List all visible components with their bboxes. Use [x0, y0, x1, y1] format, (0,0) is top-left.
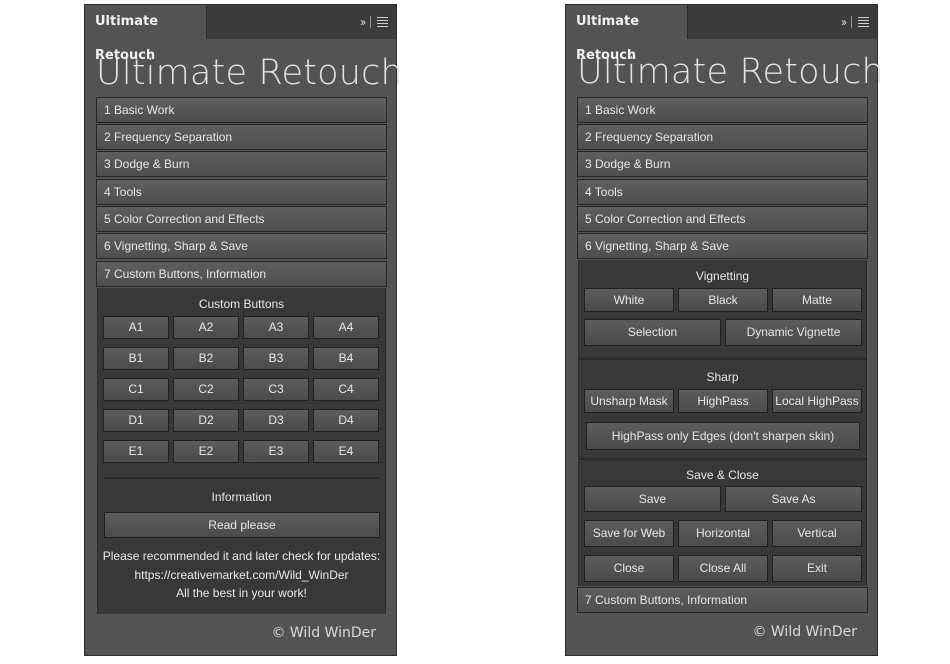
copyright: © Wild WinDer: [271, 625, 376, 641]
vignette-selection-button[interactable]: Selection: [584, 319, 721, 346]
information-title: Information: [211, 490, 272, 504]
exit-button[interactable]: Exit: [772, 555, 862, 582]
close-all-button[interactable]: Close All: [678, 555, 768, 582]
close-button[interactable]: Close: [584, 555, 674, 582]
nav-custom-buttons[interactable]: 7 Custom Buttons, Information: [577, 587, 868, 613]
save-close-title: Save & Close: [686, 468, 759, 482]
custom-buttons-section: Custom Buttons A1 A2 A3 A4 B1 B2 B3 B4 C…: [97, 288, 386, 614]
custom-button-d1[interactable]: D1: [103, 409, 169, 432]
unsharp-mask-button[interactable]: Unsharp Mask: [584, 389, 674, 413]
nav-color-correction[interactable]: 5 Color Correction and Effects: [577, 206, 868, 232]
custom-buttons-title: Custom Buttons: [198, 297, 285, 311]
section-divider: [579, 458, 866, 460]
tab-bar: Ultimate Retouch ››: [85, 5, 396, 63]
vignette-black-button[interactable]: Black: [678, 288, 768, 312]
hamburger-menu-icon[interactable]: [377, 17, 388, 27]
read-please-button[interactable]: Read please: [104, 512, 380, 538]
nav-frequency-separation[interactable]: 2 Frequency Separation: [577, 124, 868, 150]
nav-dodge-burn[interactable]: 3 Dodge & Burn: [96, 151, 387, 177]
custom-button-b1[interactable]: B1: [103, 347, 169, 370]
panel-tab[interactable]: Ultimate Retouch: [566, 5, 688, 63]
hamburger-menu-icon[interactable]: [858, 17, 869, 27]
nav-basic-work[interactable]: 1 Basic Work: [577, 97, 868, 123]
horizontal-button[interactable]: Horizontal: [678, 520, 768, 547]
nav-tools[interactable]: 4 Tools: [577, 179, 868, 205]
vertical-button[interactable]: Vertical: [772, 520, 862, 547]
copyright: © Wild WinDer: [752, 624, 857, 640]
info-text-recommend: Please recommended it and later check fo…: [102, 549, 381, 563]
local-highpass-button[interactable]: Local HighPass: [772, 389, 862, 413]
highpass-button[interactable]: HighPass: [678, 389, 768, 413]
custom-button-a4[interactable]: A4: [313, 316, 379, 339]
custom-button-c2[interactable]: C2: [173, 378, 239, 401]
nav-color-correction[interactable]: 5 Color Correction and Effects: [96, 206, 387, 232]
tab-bar: Ultimate Retouch ››: [566, 5, 877, 63]
nav-frequency-separation[interactable]: 2 Frequency Separation: [96, 124, 387, 150]
left-panel: Ultimate Retouch ›› Ultimate Retouch 1 B…: [84, 4, 403, 656]
save-button[interactable]: Save: [584, 486, 721, 512]
save-for-web-button[interactable]: Save for Web: [584, 520, 674, 547]
sharp-title: Sharp: [706, 370, 739, 384]
info-link-creativemarket[interactable]: https://creativemarket.com/Wild_WinDer: [98, 568, 385, 582]
custom-button-a2[interactable]: A2: [173, 316, 239, 339]
section-divider: [104, 477, 380, 479]
custom-button-e1[interactable]: E1: [103, 440, 169, 463]
custom-button-b2[interactable]: B2: [173, 347, 239, 370]
panel-title: Ultimate Retouch: [577, 52, 884, 92]
nav-tools[interactable]: 4 Tools: [96, 179, 387, 205]
double-chevron-right-icon[interactable]: ››: [841, 15, 847, 29]
custom-button-b3[interactable]: B3: [243, 347, 309, 370]
custom-button-a3[interactable]: A3: [243, 316, 309, 339]
dynamic-vignette-button[interactable]: Dynamic Vignette: [725, 319, 862, 346]
panel-title: Ultimate Retouch: [96, 53, 403, 93]
custom-button-c3[interactable]: C3: [243, 378, 309, 401]
nav-dodge-burn[interactable]: 3 Dodge & Burn: [577, 151, 868, 177]
custom-button-c4[interactable]: C4: [313, 378, 379, 401]
custom-button-b4[interactable]: B4: [313, 347, 379, 370]
panel-tab[interactable]: Ultimate Retouch: [85, 5, 207, 63]
info-text-best-wishes: All the best in your work!: [176, 586, 307, 600]
nav-basic-work[interactable]: 1 Basic Work: [96, 97, 387, 123]
custom-button-d2[interactable]: D2: [173, 409, 239, 432]
section-divider: [579, 358, 866, 360]
custom-button-d4[interactable]: D4: [313, 409, 379, 432]
save-as-button[interactable]: Save As: [725, 486, 862, 512]
custom-button-e2[interactable]: E2: [173, 440, 239, 463]
vignette-matte-button[interactable]: Matte: [772, 288, 862, 312]
vignetting-sharp-save-section: Vignetting White Black Matte Selection D…: [578, 260, 867, 586]
custom-button-e3[interactable]: E3: [243, 440, 309, 463]
vignetting-title: Vignetting: [695, 269, 750, 283]
custom-button-a1[interactable]: A1: [103, 316, 169, 339]
nav-vignetting-sharp-save[interactable]: 6 Vignetting, Sharp & Save: [577, 233, 868, 259]
tab-separator: [370, 16, 371, 28]
custom-button-c1[interactable]: C1: [103, 378, 169, 401]
nav-vignetting-sharp-save[interactable]: 6 Vignetting, Sharp & Save: [96, 233, 387, 259]
highpass-edges-button[interactable]: HighPass only Edges (don't sharpen skin): [586, 422, 860, 450]
custom-button-d3[interactable]: D3: [243, 409, 309, 432]
double-chevron-right-icon[interactable]: ››: [360, 15, 366, 29]
right-panel: Ultimate Retouch ›› Ultimate Retouch 1 B…: [565, 4, 884, 656]
vignette-white-button[interactable]: White: [584, 288, 674, 312]
tab-separator: [851, 16, 852, 28]
nav-custom-buttons[interactable]: 7 Custom Buttons, Information: [96, 261, 387, 287]
custom-button-e4[interactable]: E4: [313, 440, 379, 463]
